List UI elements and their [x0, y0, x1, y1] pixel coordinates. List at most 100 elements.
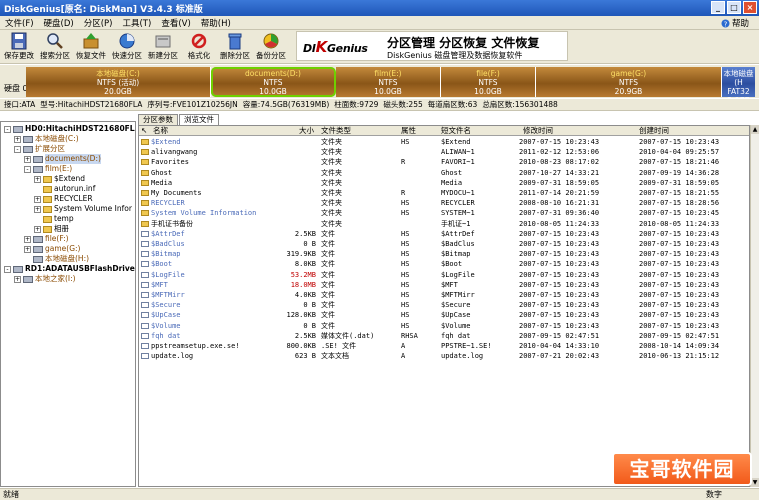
menu-view[interactable]: 查看(V) [156, 17, 195, 29]
col-up-icon[interactable]: ↖ [141, 126, 147, 136]
file-row[interactable]: $Secure 0 B 文件 HS $Secure 2007-07-15 10:23:43… [139, 300, 739, 310]
partition-block[interactable]: file(F:) NTFS 10.0GB [441, 67, 536, 97]
tab-partition-params[interactable]: 分区参数 [138, 114, 178, 125]
vertical-scrollbar[interactable]: ▲ ▼ [750, 125, 759, 487]
tree-item[interactable]: + game(G:) [24, 244, 80, 254]
file-name: Media [151, 178, 173, 187]
quick-partition-button[interactable]: 快速分区 [110, 31, 144, 63]
tree-item[interactable]: - 扩展分区 [14, 144, 65, 154]
file-row[interactable]: alivangwang 文件夹 ALIWAN~1 2011-02-12 12:53:0… [139, 147, 739, 157]
recover-files-button[interactable]: 恢复文件 [74, 31, 108, 63]
partition-block[interactable]: documents(D:) NTFS 10.0GB [211, 67, 336, 97]
scroll-down-button[interactable]: ▼ [751, 478, 759, 487]
menu-help[interactable]: 帮助(H) [196, 17, 236, 29]
file-row[interactable]: $LogFile 53.2MB 文件 HS $LogFile 2007-07-15 10:… [139, 270, 739, 280]
minimize-button[interactable]: _ [711, 1, 725, 14]
file-row[interactable]: $Boot 8.0KB 文件 HS $Boot 2007-07-15 10:23:43 20… [139, 259, 739, 269]
file-name: $MFT [151, 280, 168, 289]
tree-item[interactable]: + 本地磁盘(C:) [14, 134, 79, 144]
collapse-icon[interactable]: - [24, 165, 31, 173]
scroll-up-button[interactable]: ▲ [751, 125, 759, 134]
tree-item[interactable]: - HD0:HitachiHDST21680FLA(7 [4, 124, 135, 134]
info-serial: 序列号:FVE101Z10256JN [147, 100, 238, 109]
save-changes-button[interactable]: 保存更改 [2, 31, 36, 63]
collapse-icon[interactable]: - [14, 145, 21, 153]
delete-partition-button[interactable]: 删除分区 [218, 31, 252, 63]
col-short-name[interactable]: 短文件名 [441, 126, 471, 136]
collapse-icon[interactable]: - [4, 125, 11, 133]
file-row[interactable]: Media 文件夹 Media 2009-07-31 18:59:05 2009-07-… [139, 178, 739, 188]
col-name[interactable]: 名称 [153, 126, 168, 136]
file-row[interactable]: $Bitmap 319.9KB 文件 HS $Bitmap 2007-07-15 10:2… [139, 249, 739, 259]
tree-item[interactable]: + 本地之家(I:) [14, 274, 76, 284]
backup-partition-button[interactable]: 备份分区 [254, 31, 288, 63]
col-attr[interactable]: 属性 [401, 126, 416, 136]
expand-icon[interactable]: + [34, 195, 41, 203]
file-row[interactable]: $AttrDef 2.5KB 文件 HS $AttrDef 2007-07-15 10:2… [139, 229, 739, 239]
new-partition-button[interactable]: 新建分区 [146, 31, 180, 63]
file-row[interactable]: update.log 623 B 文本文档 Aupdate.log 2007-07-21… [139, 351, 739, 361]
tree-item-label: RD1:ADATAUSBFlashDrive(7G [25, 264, 135, 273]
partition-block[interactable]: film(E:) NTFS 10.0GB [336, 67, 441, 97]
status-text: 就绪 [3, 490, 19, 499]
file-row[interactable]: Favorites 文件夹 R FAVORI~1 2010-08-23 08:17:02… [139, 157, 739, 167]
tab-browse-files[interactable]: 浏览文件 [179, 114, 219, 125]
tree-item[interactable]: + documents(D:) [24, 154, 101, 164]
site-watermark: 宝哥软件园 [612, 452, 752, 486]
expand-icon[interactable]: + [24, 155, 31, 163]
file-row[interactable]: System Volume Information 文件夹 HS SYSTEM~1 20… [139, 208, 739, 218]
disk-tree[interactable]: - HD0:HitachiHDST21680FLA(7 + 本地磁盘(C:) - 扩展分区… [0, 121, 136, 487]
expand-icon[interactable]: + [14, 135, 21, 143]
expand-icon[interactable]: + [24, 245, 31, 253]
tree-item-label: 扩展分区 [35, 144, 65, 153]
col-size[interactable]: 大小 [299, 126, 314, 136]
file-row[interactable]: $BadClus 0 B 文件 HS $BadClus 2007-07-15 10:23:… [139, 239, 739, 249]
menu-disk[interactable]: 硬盘(D) [39, 17, 79, 29]
file-name: 手机证书备份 [151, 219, 193, 228]
tree-item[interactable]: temp [34, 214, 74, 224]
col-modified[interactable]: 修改时间 [523, 126, 553, 136]
expand-icon[interactable]: + [24, 235, 31, 243]
file-row[interactable]: $Extend 文件夹 HS $Extend 2007-07-15 10:23:43 20… [139, 137, 739, 147]
partition-block[interactable]: 本地磁盘(HFAT323.6GB [722, 67, 755, 105]
tree-item[interactable]: 本地磁盘(H:) [24, 254, 89, 264]
file-row[interactable]: $UpCase 128.0KB 文件 HS $UpCase 2007-07-15 10:2… [139, 310, 739, 320]
tree-item[interactable]: + 相册 [34, 224, 69, 234]
col-created[interactable]: 创建时间 [639, 126, 669, 136]
file-row[interactable]: $Volume 0 B 文件 HS $Volume 2007-07-15 10:23:43… [139, 321, 739, 331]
close-button[interactable]: × [743, 1, 757, 14]
expand-icon[interactable]: + [34, 205, 41, 213]
file-attr: HS [401, 209, 410, 218]
tree-item[interactable]: + file(F:) [24, 234, 69, 244]
file-row[interactable]: RECYCLER 文件夹 HS RECYCLER 2008-08-10 16:21:31… [139, 198, 739, 208]
file-list-header: ↖ 名称 大小 文件类型 属性 短文件名 修改时间 创建时间 [139, 126, 749, 136]
file-type: 文件夹 [321, 209, 342, 218]
file-row[interactable]: ppstreamsetup.exe.se! 800.0KB .SE! 文件 A PPST… [139, 341, 739, 351]
collapse-icon[interactable]: - [4, 265, 11, 273]
help-link[interactable]: ? 帮助 [721, 17, 749, 29]
partition-block[interactable]: 本地磁盘(C:) NTFS (活动) 20.0GB [26, 67, 211, 97]
expand-icon[interactable]: + [34, 225, 41, 233]
tree-item[interactable]: - film(E:) [24, 164, 72, 174]
tree-item[interactable]: - RD1:ADATAUSBFlashDrive(7G [4, 264, 135, 274]
col-type[interactable]: 文件类型 [321, 126, 351, 136]
search-partition-button[interactable]: 搜索分区 [38, 31, 72, 63]
file-row[interactable]: $MFT 18.0MB 文件 HS $MFT 2007-07-15 10:23:43 200… [139, 280, 739, 290]
file-row[interactable]: $MFTMirr 4.0KB 文件 HS $MFTMirr 2007-07-15 10:2… [139, 290, 739, 300]
expand-icon[interactable]: + [34, 175, 41, 183]
file-row[interactable]: Ghost 文件夹 Ghost 2007-10-27 14:33:21 2007-09-… [139, 168, 739, 178]
file-row[interactable]: fqh dat 2.5KB 媒体文件(.dat) RHSA fqh dat 2007-09… [139, 331, 739, 341]
format-button[interactable]: 格式化 [182, 31, 216, 63]
tree-item[interactable]: + System Volume Infor [34, 204, 132, 214]
partition-block[interactable]: game(G:) NTFS 20.9GB [536, 67, 722, 97]
tree-item[interactable]: autorun.inf [34, 184, 95, 194]
tree-item[interactable]: + $Extend [34, 174, 85, 184]
menu-partition[interactable]: 分区(P) [79, 17, 118, 29]
file-row[interactable]: 手机证书备份 文件夹 手机证~1 2010-08-05 11:24:33 2010-08… [139, 219, 739, 229]
menu-file[interactable]: 文件(F) [0, 17, 39, 29]
maximize-button[interactable]: □ [727, 1, 741, 14]
tree-item[interactable]: + RECYCLER [34, 194, 93, 204]
menu-tools[interactable]: 工具(T) [117, 17, 156, 29]
expand-icon[interactable]: + [14, 275, 21, 283]
file-row[interactable]: My Documents 文件夹 R MYDOCU~1 2011-07-14 20:21… [139, 188, 739, 198]
